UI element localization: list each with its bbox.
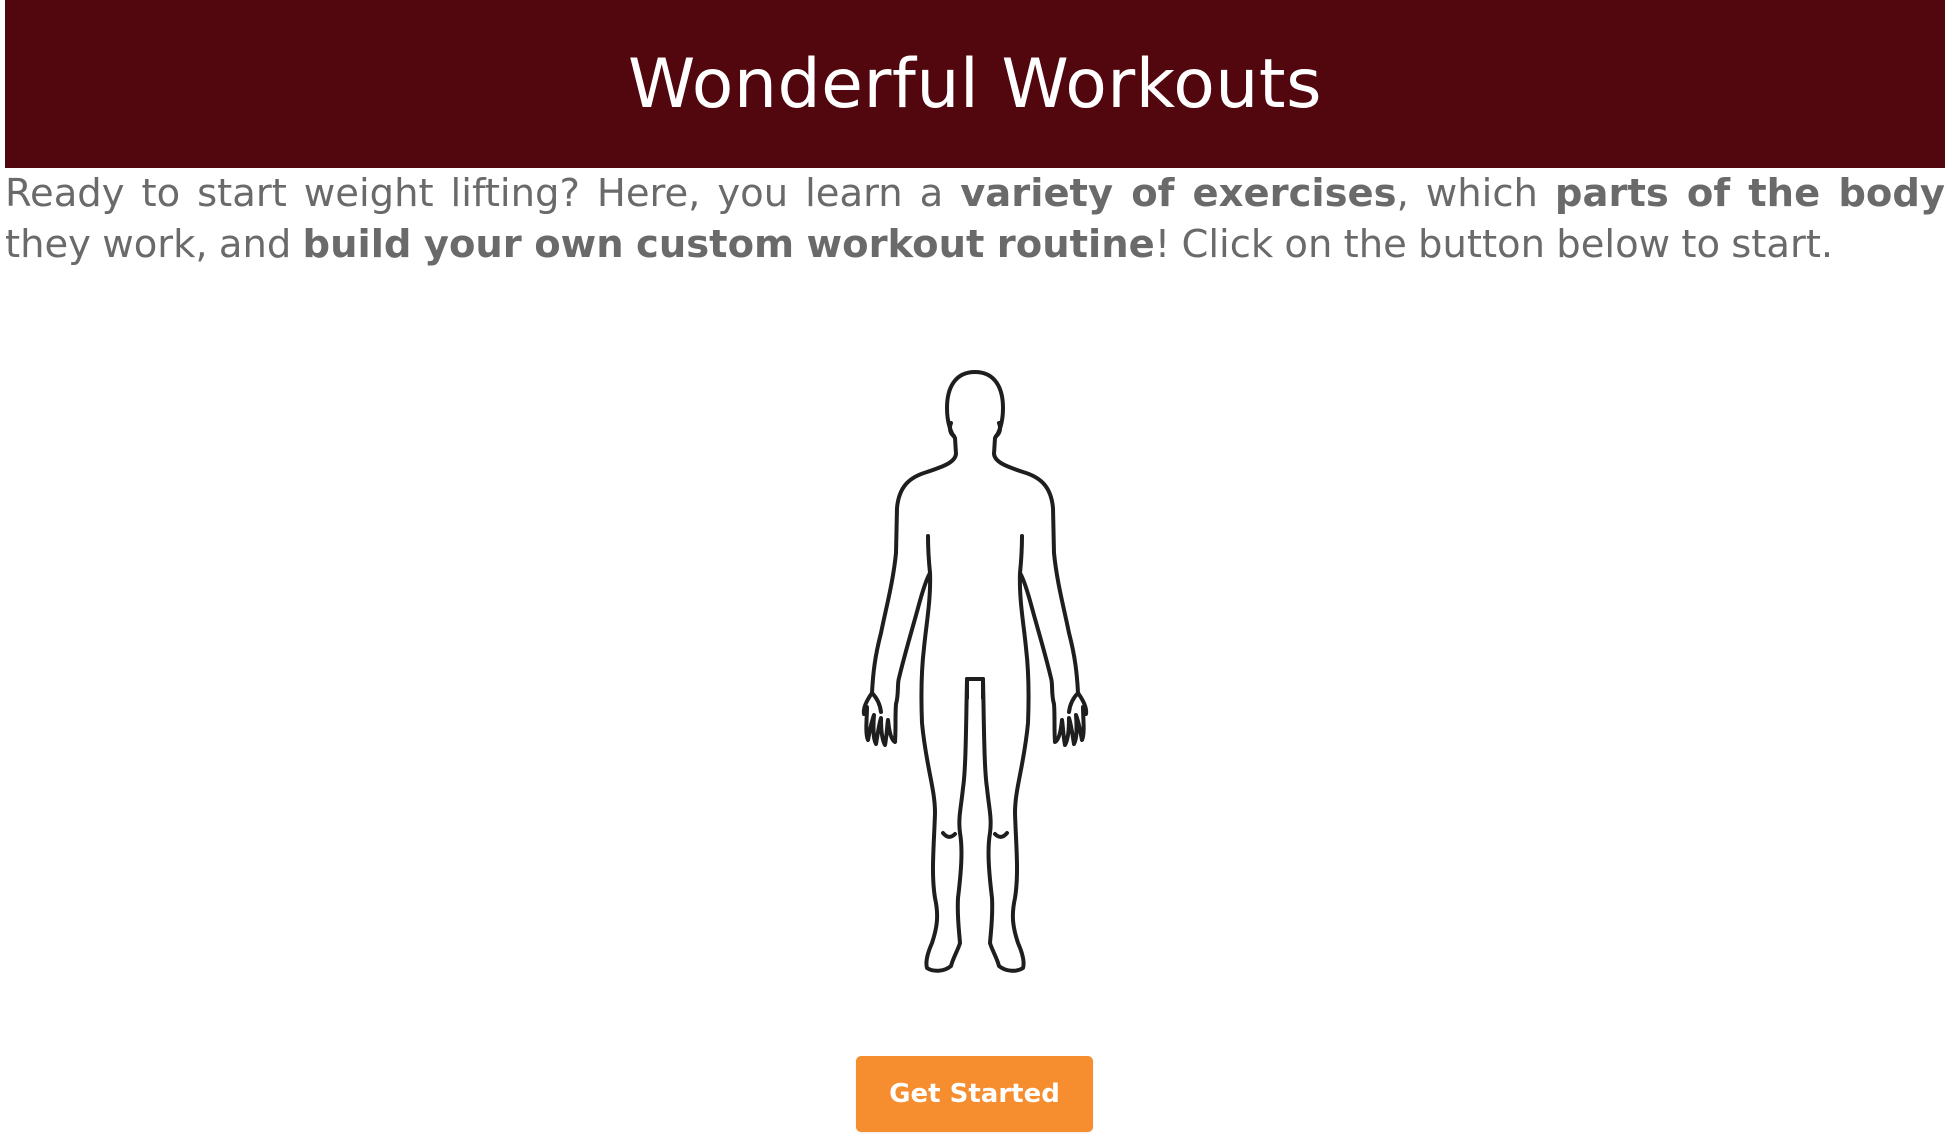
intro-paragraph: Ready to start weight lifting? Here, you…	[5, 168, 1945, 270]
intro-bold-body-parts: parts of the body	[1554, 171, 1945, 216]
human-body-outline-icon	[855, 368, 1095, 973]
intro-text-4: ! Click on the button below to start.	[1154, 222, 1834, 267]
site-header: Wonderful Workouts	[5, 0, 1945, 168]
intro-text-1: Ready to start weight lifting? Here, you…	[5, 171, 961, 216]
intro-text-3: they work, and	[5, 222, 303, 267]
get-started-button[interactable]: Get Started	[856, 1056, 1093, 1132]
page: Wonderful Workouts Ready to start weight…	[0, 0, 1949, 1136]
page-title: Wonderful Workouts	[627, 44, 1322, 124]
intro-bold-routine: build your own custom workout routine	[302, 222, 1155, 267]
intro-text-2: , which	[1396, 171, 1555, 216]
intro-bold-exercises: variety of exercises	[960, 171, 1397, 216]
